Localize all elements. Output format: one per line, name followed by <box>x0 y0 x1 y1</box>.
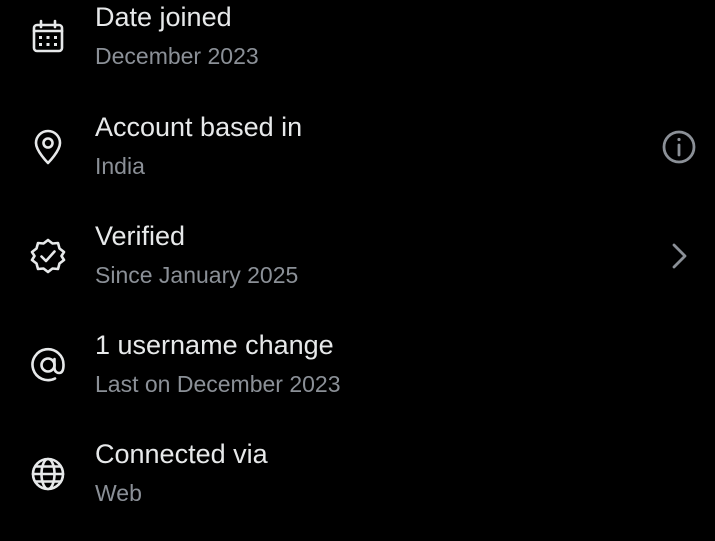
row-subtitle: Web <box>95 480 142 506</box>
at-sign-icon <box>28 345 68 385</box>
info-icon[interactable] <box>659 127 699 167</box>
row-subtitle: December 2023 <box>95 43 259 69</box>
row-subtitle: Since January 2025 <box>95 262 299 288</box>
row-title: 1 username change <box>95 330 334 360</box>
row-account-based-in: Account based in India <box>0 105 715 214</box>
row-title: Date joined <box>95 2 232 32</box>
row-subtitle: Last on December 2023 <box>95 371 341 397</box>
row-title: Verified <box>95 221 186 251</box>
globe-icon <box>28 454 68 494</box>
row-title: Connected via <box>95 439 268 469</box>
row-username-change: 1 username change Last on December 2023 <box>0 323 715 432</box>
row-connected-via: Connected via Web <box>0 432 715 541</box>
row-title: Account based in <box>95 112 303 142</box>
chevron-right-icon[interactable] <box>659 236 699 276</box>
calendar-icon <box>28 17 68 57</box>
row-verified[interactable]: Verified Since January 2025 <box>0 214 715 323</box>
location-pin-icon <box>28 127 68 167</box>
verified-badge-icon <box>28 236 68 276</box>
row-date-joined: Date joined December 2023 <box>0 0 715 105</box>
row-subtitle: India <box>95 153 145 179</box>
